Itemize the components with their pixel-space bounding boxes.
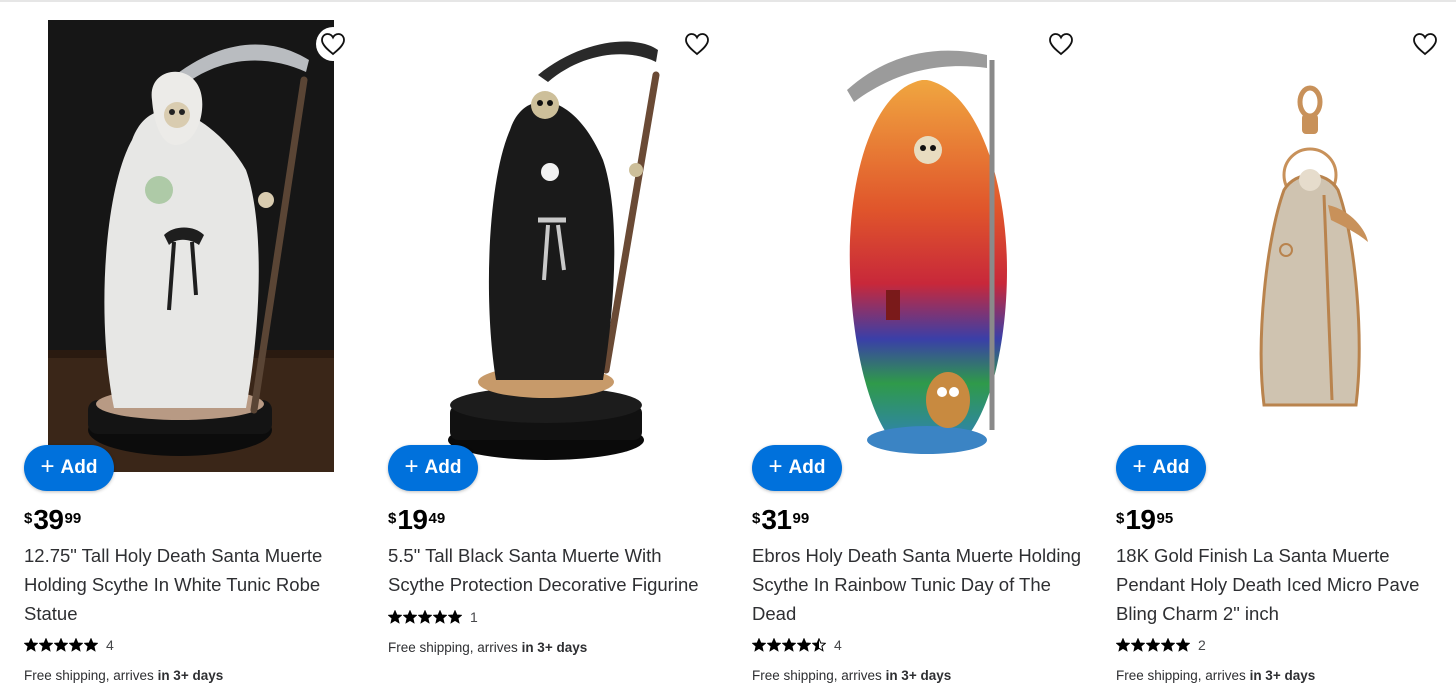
price-dollars: 31 (761, 504, 792, 535)
favorite-button[interactable] (1408, 27, 1442, 61)
star-icon (1161, 638, 1175, 652)
star-icon (388, 610, 402, 624)
star-icon (1131, 638, 1145, 652)
star-icon (1116, 638, 1130, 652)
shipping-info: Free shipping, arrives in 3+ days (24, 668, 223, 683)
plus-icon: + (40, 453, 55, 480)
add-to-cart-button[interactable]: + Add (1116, 445, 1206, 491)
favorite-button[interactable] (1044, 27, 1078, 61)
product-title[interactable]: 12.75" Tall Holy Death Santa Muerte Hold… (24, 541, 354, 628)
star-icon (433, 610, 447, 624)
add-button-label: Add (788, 457, 826, 478)
review-count: 2 (1198, 637, 1206, 653)
product-image[interactable] (24, 20, 340, 472)
product-card: + Add $ 19 95 18K Gold Finish La Santa M… (1092, 0, 1456, 694)
add-button-label: Add (60, 457, 98, 478)
plus-icon: + (1132, 453, 1147, 480)
add-to-cart-button[interactable]: + Add (752, 445, 842, 491)
shipping-eta: in 3+ days (521, 640, 588, 655)
product-title[interactable]: 18K Gold Finish La Santa Muerte Pendant … (1116, 541, 1446, 628)
rating-stars (1116, 638, 1190, 652)
price-cents: 49 (428, 510, 446, 527)
review-count: 4 (106, 637, 114, 653)
review-count: 4 (834, 637, 842, 653)
shipping-eta: in 3+ days (157, 668, 224, 683)
heart-outline-icon (685, 33, 709, 56)
favorite-button[interactable] (680, 27, 714, 61)
review-count: 1 (470, 609, 478, 625)
price-cents: 95 (1156, 510, 1174, 527)
product-rating: 1 (388, 609, 478, 625)
star-icon (54, 638, 68, 652)
add-button-label: Add (1152, 457, 1190, 478)
product-image[interactable] (752, 20, 1068, 472)
shipping-prefix: Free shipping, arrives (388, 640, 522, 655)
price-dollars: 19 (397, 504, 428, 535)
product-rating: 4 (24, 637, 114, 653)
shipping-prefix: Free shipping, arrives (1116, 668, 1250, 683)
star-icon (403, 610, 417, 624)
product-price: $ 19 49 (388, 504, 445, 536)
rating-stars (752, 638, 826, 652)
add-to-cart-button[interactable]: + Add (24, 445, 114, 491)
shipping-prefix: Free shipping, arrives (24, 668, 158, 683)
star-icon (797, 638, 811, 652)
product-title[interactable]: 5.5" Tall Black Santa Muerte With Scythe… (388, 541, 718, 599)
product-price: $ 31 99 (752, 504, 809, 536)
star-icon (418, 610, 432, 624)
add-to-cart-button[interactable]: + Add (388, 445, 478, 491)
heart-outline-icon (321, 33, 345, 56)
price-dollars: 39 (33, 504, 64, 535)
heart-outline-icon (1049, 33, 1073, 56)
price-currency: $ (1116, 510, 1125, 527)
star-icon (1146, 638, 1160, 652)
price-currency: $ (752, 510, 761, 527)
star-icon (39, 638, 53, 652)
product-grid: + Add $ 39 99 12.75" Tall Holy Death San… (0, 0, 1456, 694)
product-price: $ 39 99 (24, 504, 81, 536)
star-icon (24, 638, 38, 652)
star-icon (767, 638, 781, 652)
product-card: + Add $ 19 49 5.5" Tall Black Santa Muer… (364, 0, 728, 694)
product-card: + Add $ 31 99 Ebros Holy Death Santa Mue… (728, 0, 1092, 694)
shipping-info: Free shipping, arrives in 3+ days (1116, 668, 1315, 683)
price-currency: $ (24, 510, 33, 527)
add-button-label: Add (424, 457, 462, 478)
heart-outline-icon (1413, 33, 1437, 56)
product-rating: 2 (1116, 637, 1206, 653)
rating-stars (24, 638, 98, 652)
price-cents: 99 (792, 510, 810, 527)
star-icon (448, 610, 462, 624)
shipping-prefix: Free shipping, arrives (752, 668, 886, 683)
product-image[interactable] (1116, 20, 1432, 472)
product-image[interactable] (388, 20, 704, 472)
shipping-eta: in 3+ days (885, 668, 952, 683)
shipping-info: Free shipping, arrives in 3+ days (752, 668, 951, 683)
star-icon (782, 638, 796, 652)
product-price: $ 19 95 (1116, 504, 1173, 536)
plus-icon: + (768, 453, 783, 480)
price-cents: 99 (64, 510, 82, 527)
shipping-info: Free shipping, arrives in 3+ days (388, 640, 587, 655)
star-icon (84, 638, 98, 652)
star-icon (752, 638, 766, 652)
price-currency: $ (388, 510, 397, 527)
plus-icon: + (404, 453, 419, 480)
star-icon (1176, 638, 1190, 652)
favorite-button[interactable] (316, 27, 350, 61)
shipping-eta: in 3+ days (1249, 668, 1316, 683)
star-icon (69, 638, 83, 652)
product-rating: 4 (752, 637, 842, 653)
rating-stars (388, 610, 462, 624)
price-dollars: 19 (1125, 504, 1156, 535)
star-icon (812, 638, 826, 652)
product-card: + Add $ 39 99 12.75" Tall Holy Death San… (0, 0, 364, 694)
product-title[interactable]: Ebros Holy Death Santa Muerte Holding Sc… (752, 541, 1082, 628)
